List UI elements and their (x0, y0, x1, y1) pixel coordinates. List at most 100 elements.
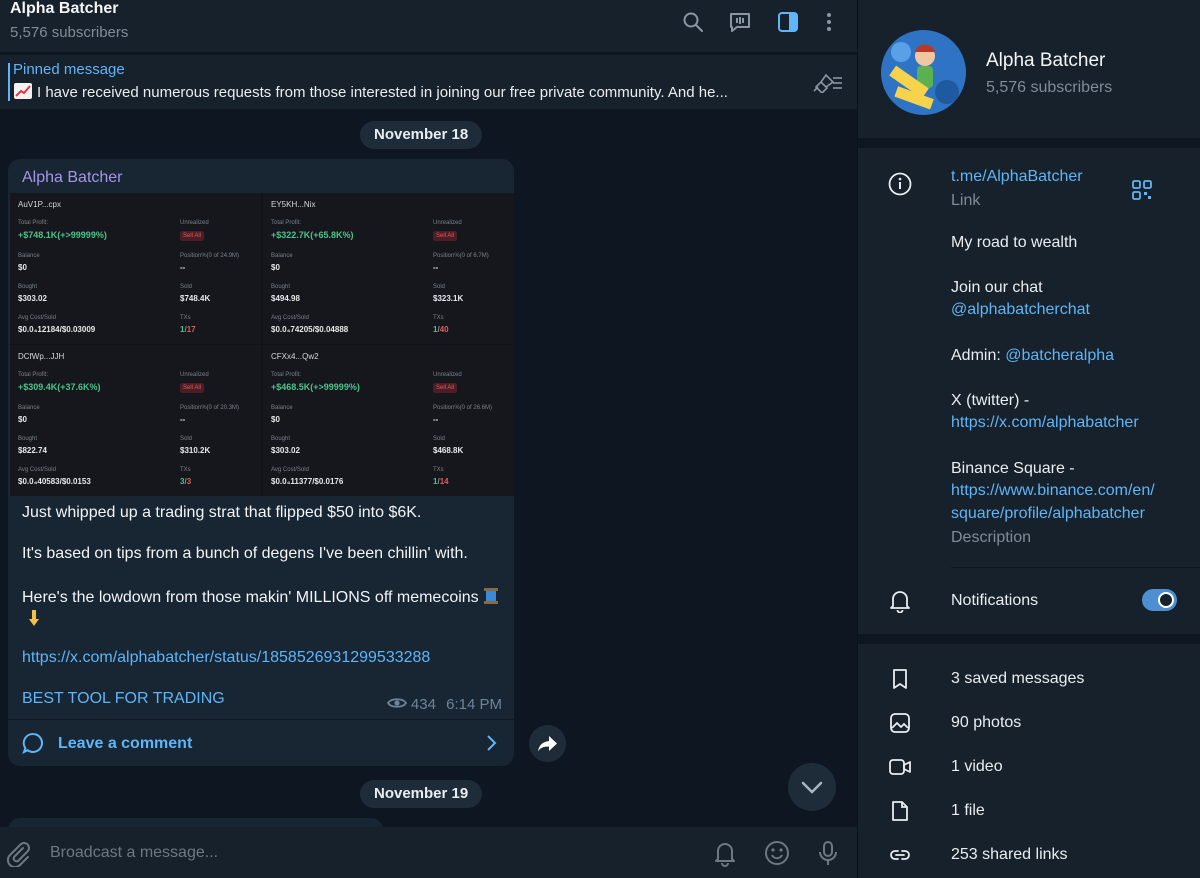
position-value: -- (433, 263, 439, 272)
attach-icon[interactable] (4, 839, 32, 869)
description-line: My road to wealth (951, 234, 1078, 251)
shared-media-label: 3 saved messages (951, 670, 1085, 687)
sidebar-toggle-icon[interactable] (776, 10, 800, 34)
post-time: 6:14 PM (446, 696, 502, 713)
position-value: -- (180, 415, 186, 424)
shared-media-row[interactable]: 3 saved messages (858, 657, 1200, 701)
forward-arrow-icon (538, 736, 557, 752)
txs-value: 1/40 (433, 325, 449, 334)
post-status-link[interactable]: https://x.com/alphabatcher/status/185852… (22, 649, 430, 667)
description-caption: Description (951, 529, 1032, 546)
avg-cost-value: $0.0₄74205/$0.04888 (271, 325, 349, 334)
balance-label: Balance (271, 253, 293, 259)
divider (951, 567, 1200, 568)
description-admin-line: Admin: @batcheralpha (951, 347, 1114, 365)
sold-value: $310.2K (180, 446, 211, 455)
shared-media-label: 90 photos (951, 714, 1022, 731)
pnl-card: EY5KH...Nix Total Profit: +$322.7K(+65.8K%… (263, 193, 514, 344)
total-profit-value: +$468.5K(+>99999%) (271, 382, 360, 392)
binance-link-line2[interactable]: square/profile/alphabatcher (951, 505, 1145, 523)
chat-mention-link[interactable]: @alphabatcherchat (951, 301, 1090, 319)
microphone-icon[interactable] (814, 839, 842, 867)
chat-title[interactable]: Alpha Batcher (10, 0, 118, 18)
channel-post: Alpha Batcher AuV1P...cpx Total Profit: +$… (8, 159, 514, 766)
channel-info-panel: Alpha Batcher 5,576 subscribers t.me/Alp… (857, 0, 1200, 878)
avg-cost-value: $0.0₄40583/$0.0153 (18, 477, 91, 486)
avg-cost-label: Avg Cost/Sold (18, 315, 56, 321)
pinned-label: Pinned message (13, 61, 125, 78)
position-value: -- (433, 415, 439, 424)
post-text-line-with-emoji: Here's the lowdown from those makin' MIL… (22, 587, 499, 607)
balance-value: $0 (18, 415, 27, 424)
composer-bar: Broadcast a message... (0, 827, 857, 878)
post-sender[interactable]: Alpha Batcher (22, 169, 123, 187)
forward-button[interactable] (529, 725, 566, 762)
qr-code-icon[interactable] (1131, 179, 1153, 201)
post-text-line: It's based on tips from a bunch of degen… (22, 545, 468, 562)
pinned-indicator (8, 63, 10, 101)
twitter-link[interactable]: https://x.com/alphabatcher (951, 414, 1139, 432)
post-cta-link[interactable]: BEST TOOL FOR TRADING (22, 690, 225, 708)
unpin-icon[interactable] (812, 71, 844, 95)
shared-media-label: 1 file (951, 802, 985, 819)
chevron-down-icon (801, 781, 823, 794)
unrealized-label: Unrealized (433, 372, 462, 378)
unrealized-label: Unrealized (180, 372, 209, 378)
emoji-icon[interactable] (763, 839, 791, 867)
pinned-text: I have received numerous requests from t… (37, 84, 728, 101)
balance-value: $0 (271, 415, 280, 424)
wallet-name: DCfWp...JJH (18, 352, 65, 361)
bought-label: Bought (18, 436, 38, 442)
shared-media-row[interactable]: 253 shared links (858, 833, 1200, 877)
search-icon[interactable] (681, 10, 705, 34)
admin-mention-link[interactable]: @batcheralpha (1005, 347, 1114, 364)
shared-media-row[interactable]: 1 file (858, 789, 1200, 833)
shared-media-row[interactable]: 1 video (858, 745, 1200, 789)
notifications-toggle[interactable] (1142, 589, 1177, 611)
txs-total-count: 3 (186, 477, 192, 486)
shared-media-row[interactable]: 90 photos (858, 701, 1200, 745)
balance-label: Balance (271, 405, 293, 411)
leave-comment-button[interactable]: Leave a comment (8, 719, 514, 766)
scroll-to-bottom-button[interactable] (788, 763, 836, 811)
pointing-down-icon (26, 609, 42, 627)
balance-value: $0 (271, 263, 280, 272)
balance-value: $0 (18, 263, 27, 272)
live-chat-icon[interactable] (728, 10, 752, 34)
toggle-knob (1158, 592, 1174, 608)
channel-avatar[interactable] (881, 30, 966, 115)
bought-label: Bought (271, 436, 291, 442)
post-text-line: Here's the lowdown from those makin' MIL… (22, 589, 479, 606)
txs-label: TXs (433, 315, 444, 321)
sold-label: Sold (180, 284, 193, 290)
more-vertical-icon[interactable] (817, 10, 841, 34)
chevron-right-icon (484, 734, 498, 752)
eye-icon (386, 696, 407, 710)
pnl-card: CFXx4...Qw2 Total Profit: +$468.5K(+>99999… (263, 345, 514, 496)
position-label: Position%(0 of 26.6M) (433, 405, 493, 411)
pinned-message-bar[interactable]: Pinned message I have received numerous … (0, 55, 857, 109)
wallet-name: CFXx4...Qw2 (271, 352, 319, 361)
sold-label: Sold (433, 284, 446, 290)
message-input[interactable]: Broadcast a message... (50, 844, 218, 862)
binance-link-line1[interactable]: https://www.binance.com/en/ (951, 482, 1155, 500)
total-profit-value: +$309.4K(+37.6K%) (18, 382, 101, 392)
bell-icon[interactable] (711, 839, 739, 867)
total-profit-label: Total Profit: (18, 220, 49, 226)
date-separator: November 19 (360, 780, 483, 808)
sell-all-badge: Sell All (433, 231, 458, 241)
channel-link[interactable]: t.me/AlphaBatcher (951, 168, 1083, 186)
pnl-screenshot-image[interactable]: AuV1P...cpx Total Profit: +$748.1K(+>99999… (10, 193, 514, 496)
admin-label: Admin: (951, 347, 1006, 364)
info-icon (888, 172, 912, 196)
sell-all-badge: Sell All (180, 383, 205, 393)
avg-cost-label: Avg Cost/Sold (271, 467, 309, 473)
bell-icon (888, 589, 912, 614)
pnl-card: DCfWp...JJH Total Profit: +$309.4K(+37.6K%… (10, 345, 261, 496)
position-value: -- (180, 263, 186, 272)
sold-value: $323.1K (433, 294, 464, 303)
total-profit-value: +$748.1K(+>99999%) (18, 230, 107, 240)
photo-icon (888, 711, 912, 735)
bought-value: $494.98 (271, 294, 300, 303)
description-line: X (twitter) - (951, 392, 1030, 409)
